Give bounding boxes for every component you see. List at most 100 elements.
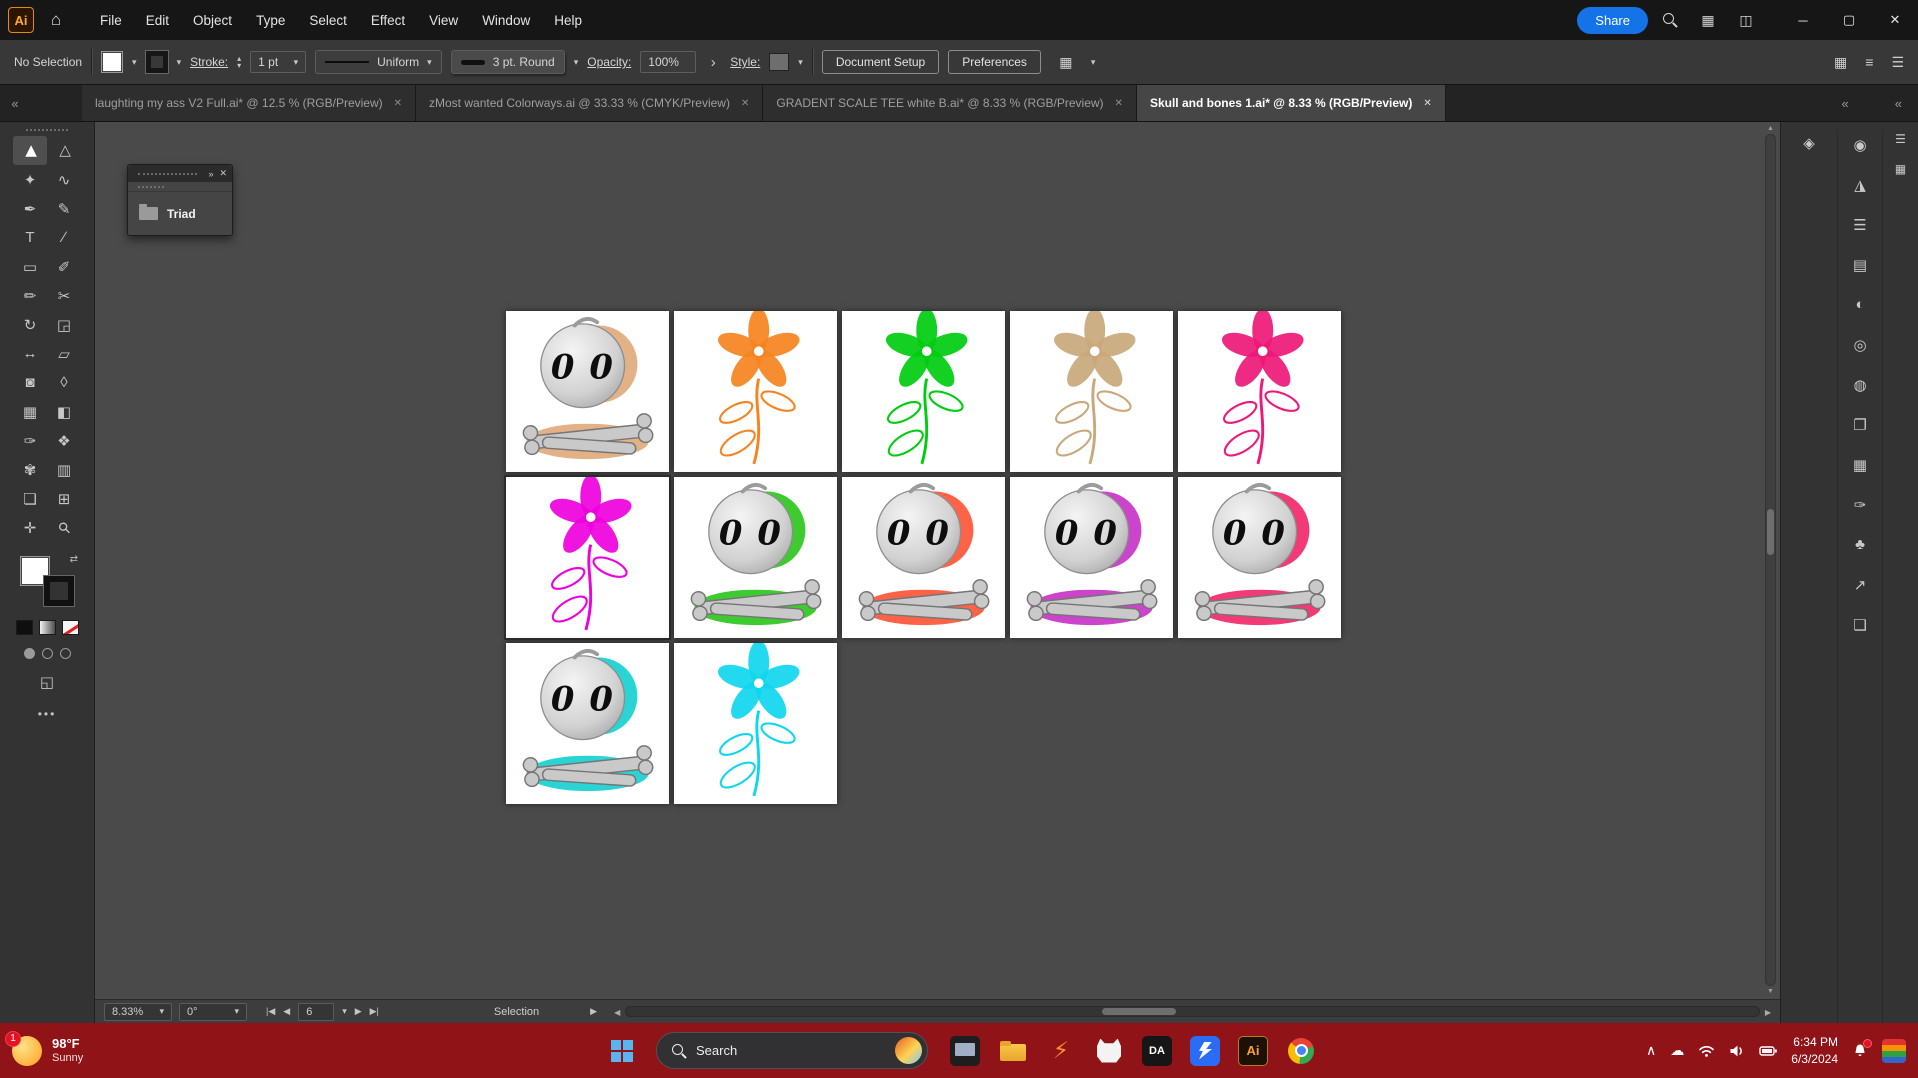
taskbar-app-bolt[interactable]: ⚡	[1046, 1036, 1076, 1066]
taskbar-app-blue[interactable]	[1190, 1036, 1220, 1066]
free-transform-tool[interactable]: ▱	[47, 339, 81, 368]
asset-export-panel-icon[interactable]: ▦	[1845, 452, 1875, 477]
menu-type[interactable]: Type	[244, 7, 297, 34]
transparency-panel-icon[interactable]: ◐	[1845, 292, 1875, 317]
volume-icon[interactable]	[1729, 1044, 1745, 1058]
pen-tool[interactable]: ✒	[13, 194, 47, 223]
toolbar-grip[interactable]	[26, 129, 68, 131]
opacity-field[interactable]: 100%	[640, 51, 696, 73]
status-expand-icon[interactable]	[590, 1006, 597, 1017]
close-button[interactable]: ✕	[1872, 0, 1918, 40]
zoom-select[interactable]: 8.33%	[104, 1003, 172, 1021]
appearance-panel-icon[interactable]: ◍	[1845, 372, 1875, 397]
zoom-tool[interactable]: ⚲	[47, 513, 81, 542]
taskbar-app-chrome[interactable]	[1286, 1036, 1316, 1066]
control-menu-icon[interactable]: ☰	[1891, 54, 1904, 71]
panel-toggle-icon[interactable]: ◫	[1730, 5, 1762, 35]
wifi-icon[interactable]	[1698, 1044, 1715, 1058]
style-label[interactable]: Style:	[730, 55, 760, 69]
column-graph-tool[interactable]: ▥	[47, 455, 81, 484]
taskbar-app-illustrator[interactable]: Ai	[1238, 1036, 1268, 1066]
width-profile-select[interactable]: Uniform	[315, 50, 442, 74]
artboard-10[interactable]: 0 0	[1178, 477, 1341, 638]
selection-tool[interactable]: ▶	[13, 136, 47, 165]
stroke-panel-icon[interactable]: ◎	[1845, 332, 1875, 357]
arrange-documents-icon[interactable]: ▦	[1692, 5, 1724, 35]
menu-edit[interactable]: Edit	[134, 7, 181, 34]
width-tool[interactable]: ↔	[13, 339, 47, 368]
curvature-tool[interactable]: ✎	[47, 194, 81, 223]
rectangle-tool[interactable]: ▭	[13, 252, 47, 281]
panel-collapse-icon[interactable]: »	[208, 169, 213, 179]
opacity-label[interactable]: Opacity:	[587, 55, 631, 69]
canvas[interactable]: » ✕ Triad 0 0	[95, 122, 1780, 1023]
style-caret-icon[interactable]	[798, 57, 803, 68]
symbols-panel-icon[interactable]: ♣	[1845, 532, 1875, 557]
swap-fill-stroke-icon[interactable]	[70, 554, 78, 565]
brush-definition-select[interactable]: 3 pt. Round	[451, 50, 565, 74]
tray-chevron-icon[interactable]: ∧	[1646, 1042, 1656, 1059]
artboard-2[interactable]	[674, 311, 837, 472]
mesh-tool[interactable]: ▦	[13, 397, 47, 426]
artboard-9[interactable]: 0 0	[1010, 477, 1173, 638]
export-panel-icon[interactable]: ↗	[1845, 572, 1875, 597]
artboard-tool[interactable]: ❏	[13, 484, 47, 513]
style-swatch[interactable]	[769, 53, 789, 71]
artboards-panel-icon[interactable]: ❏	[1845, 612, 1875, 637]
paintbrush-tool[interactable]: ✐	[47, 252, 81, 281]
taskbar-app-da[interactable]: DA	[1142, 1036, 1172, 1066]
taskbar-app-monitor[interactable]	[950, 1036, 980, 1066]
eyedropper-tool[interactable]: ✑	[13, 426, 47, 455]
lasso-tool[interactable]: ∿	[47, 165, 81, 194]
rotate-tool[interactable]: ↻	[13, 310, 47, 339]
menu-select[interactable]: Select	[297, 7, 359, 34]
gradient-button[interactable]	[39, 620, 56, 635]
vertical-scrollbar-thumb[interactable]	[1767, 509, 1774, 555]
battery-icon[interactable]	[1759, 1045, 1777, 1057]
scroll-left-icon[interactable]	[614, 1006, 620, 1018]
artboard-1[interactable]: 0 0	[506, 311, 669, 472]
tab-close-icon[interactable]: ✕	[741, 98, 749, 109]
workspace-switcher-icon[interactable]: ▦	[1834, 54, 1847, 71]
artboard-8[interactable]: 0 0	[842, 477, 1005, 638]
blend-tool[interactable]: ❖	[47, 426, 81, 455]
menu-view[interactable]: View	[417, 7, 470, 34]
slice-tool[interactable]: ⊞	[47, 484, 81, 513]
symbol-sprayer-tool[interactable]: ✾	[13, 455, 47, 484]
menu-effect[interactable]: Effect	[359, 7, 417, 34]
horizontal-scrollbar-track[interactable]	[625, 1006, 1760, 1017]
rotation-select[interactable]: 0°	[179, 1003, 247, 1021]
panel-list-icon[interactable]: ≡	[1865, 54, 1873, 70]
document-tab[interactable]: Skull and bones 1.ai* @ 8.33 % (RGB/Prev…	[1137, 85, 1446, 121]
stroke-weight-select[interactable]: 1 pt	[250, 51, 306, 73]
edit-toolbar-icon[interactable]: •••	[38, 707, 57, 721]
gradient-tool[interactable]: ◧	[47, 397, 81, 426]
menu-file[interactable]: File	[88, 7, 134, 34]
tab-menu-icon[interactable]: «	[1895, 96, 1902, 111]
onedrive-cloud-icon[interactable]: ☁	[1670, 1042, 1684, 1059]
dock-collapse-icon[interactable]: «	[1842, 96, 1849, 111]
draw-normal-button[interactable]	[24, 648, 35, 659]
taskbar-app-cat[interactable]	[1094, 1036, 1124, 1066]
type-tool[interactable]: T	[13, 223, 47, 252]
panel-tab-grip[interactable]	[128, 182, 232, 192]
stroke-color-swatch[interactable]	[146, 51, 168, 73]
scissors-tool[interactable]: ✂	[47, 281, 81, 310]
artboard-number-field[interactable]: 6	[298, 1003, 334, 1021]
last-artboard-icon[interactable]	[370, 1006, 379, 1017]
artboard-6[interactable]	[506, 477, 669, 638]
tab-close-icon[interactable]: ✕	[1115, 98, 1123, 109]
none-button[interactable]	[62, 620, 79, 635]
taskbar-app-file-explorer[interactable]	[998, 1036, 1028, 1066]
3d-materials-panel-icon[interactable]: ◈	[1794, 130, 1824, 155]
previous-artboard-icon[interactable]	[283, 1006, 290, 1017]
brushes-panel-icon[interactable]: ✑	[1845, 492, 1875, 517]
fill-caret-icon[interactable]	[132, 57, 137, 68]
dock-menu-icon[interactable]: ☰	[1886, 130, 1916, 148]
artboard-3[interactable]	[842, 311, 1005, 472]
properties-panel-icon[interactable]: ☰	[1845, 212, 1875, 237]
pencil-tool[interactable]: ✏	[13, 281, 47, 310]
artboard-11[interactable]: 0 0	[506, 643, 669, 804]
shape-builder-tool[interactable]: ◙	[13, 368, 47, 397]
tab-close-icon[interactable]: ✕	[1423, 98, 1431, 109]
